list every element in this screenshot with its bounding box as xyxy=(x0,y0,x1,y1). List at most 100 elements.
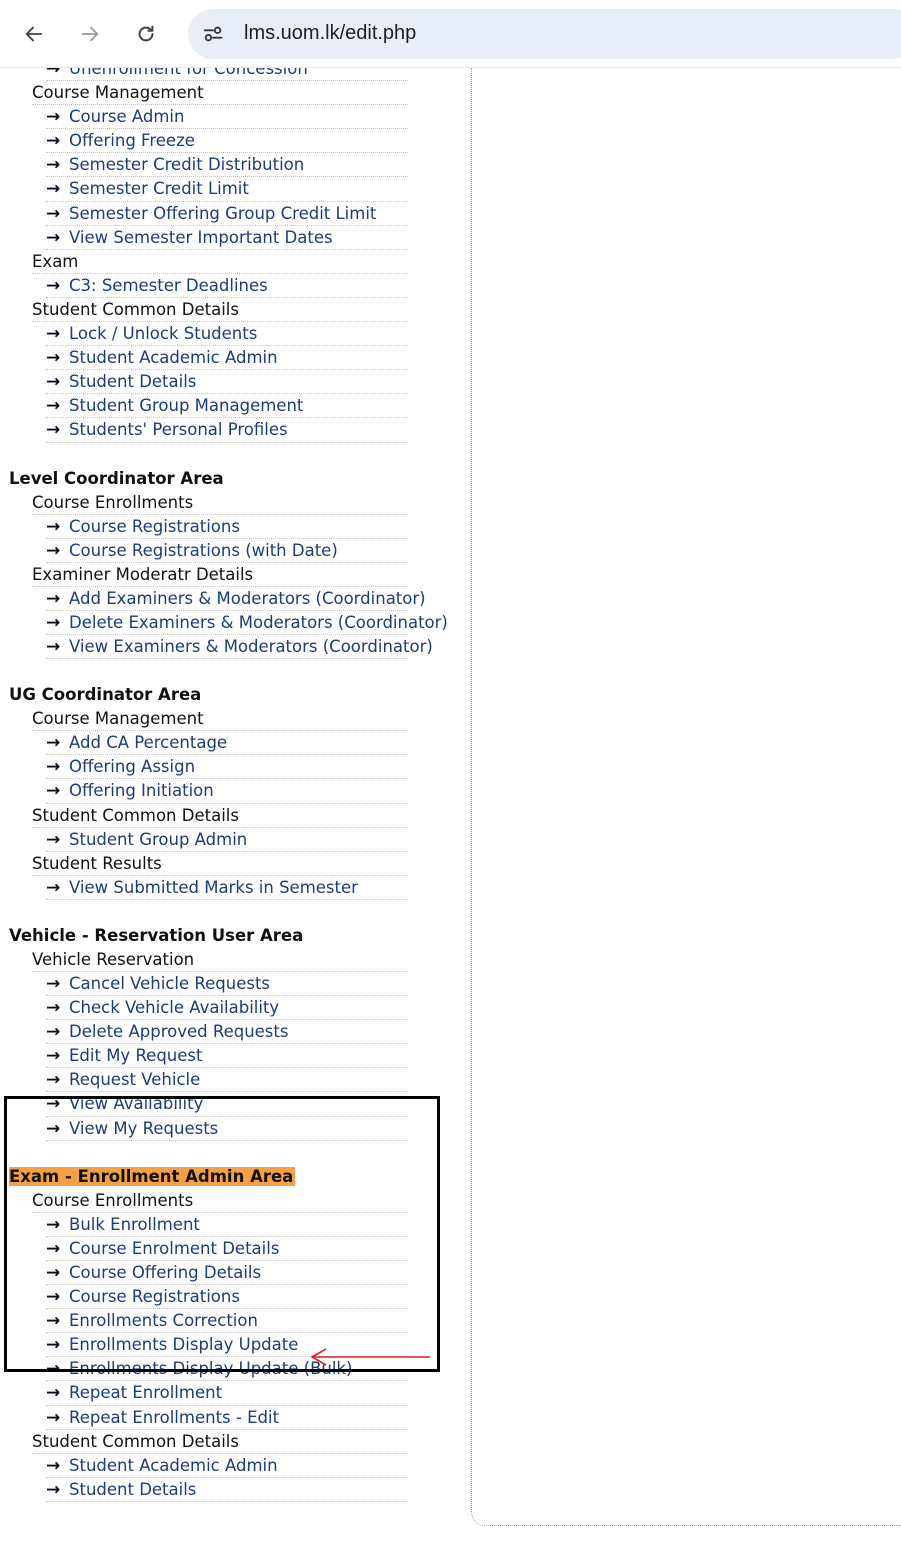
menu-item-link[interactable]: Add CA Percentage xyxy=(69,733,227,752)
menu-category: Student Common Details xyxy=(0,298,470,323)
menu-item[interactable]: → Course Admin xyxy=(0,105,470,130)
area-heading-label: Level Coordinator Area xyxy=(9,468,224,488)
right-arrow-icon: → xyxy=(46,757,61,778)
menu-item-link[interactable]: Repeat Enrollments - Edit xyxy=(69,1408,279,1427)
menu-item[interactable]: → Offering Freeze xyxy=(0,129,470,154)
menu-category: Course Management xyxy=(0,81,470,106)
menu-item[interactable]: → Student Group Management xyxy=(0,394,470,419)
menu-item-link[interactable]: Semester Offering Group Credit Limit xyxy=(69,204,376,223)
menu-item-link[interactable]: Edit My Request xyxy=(69,1046,202,1065)
right-arrow-icon: → xyxy=(46,179,61,200)
menu-item[interactable]: → Add CA Percentage xyxy=(0,731,470,756)
site-info-icon[interactable] xyxy=(200,21,226,47)
right-arrow-icon: → xyxy=(46,275,61,296)
menu-item[interactable]: → Repeat Enrollments - Edit xyxy=(0,1406,470,1430)
menu-item[interactable]: → Course Registrations (with Date) xyxy=(0,539,470,563)
menu-item[interactable]: → Unenrollment for Concession xyxy=(0,68,470,82)
menu-item[interactable]: → Student Group Admin xyxy=(0,828,470,852)
menu-item[interactable]: → Student Academic Admin xyxy=(0,1454,470,1478)
menu-item[interactable]: → Semester Credit Distribution xyxy=(0,153,470,178)
menu-item[interactable]: → Course Registrations xyxy=(0,515,470,539)
area-heading: UG Coordinator Area xyxy=(0,683,470,707)
menu-item-link[interactable]: Course Registrations xyxy=(69,517,240,536)
right-arrow-icon: → xyxy=(46,203,61,224)
right-arrow-icon: → xyxy=(46,974,61,994)
right-arrow-icon: → xyxy=(46,324,61,345)
menu-item-link[interactable]: Student Academic Admin xyxy=(69,348,278,367)
right-arrow-icon: → xyxy=(46,1383,61,1404)
menu-item[interactable]: → Check Vehicle Availability xyxy=(0,996,470,1021)
menu-item[interactable]: → Request Vehicle xyxy=(0,1068,470,1093)
menu-item-link[interactable]: Student Details xyxy=(69,1480,196,1499)
menu-item-link[interactable]: Offering Freeze xyxy=(69,131,195,150)
forward-arrow-icon xyxy=(81,26,99,42)
right-arrow-icon: → xyxy=(46,781,61,802)
menu-item-link[interactable]: Lock / Unlock Students xyxy=(69,324,257,343)
menu-item[interactable]: → Offering Initiation xyxy=(0,779,470,804)
menu-item-link[interactable]: View Examiners & Moderators (Coordinator… xyxy=(69,637,433,656)
right-arrow-icon: → xyxy=(46,155,61,176)
menu-item-link[interactable]: Semester Credit Distribution xyxy=(69,155,304,174)
area-heading-label: Vehicle - Reservation User Area xyxy=(9,925,304,945)
menu-item-link[interactable]: Course Registrations (with Date) xyxy=(69,541,338,560)
menu-item-link[interactable]: Check Vehicle Availability xyxy=(69,998,279,1017)
right-arrow-icon: → xyxy=(46,612,61,633)
menu-item[interactable]: → Student Details xyxy=(0,370,470,395)
right-arrow-icon: → xyxy=(46,396,61,417)
url-text[interactable]: lms.uom.lk/edit.php xyxy=(244,22,416,45)
menu-item-link[interactable]: Offering Initiation xyxy=(69,781,214,800)
back-button[interactable] xyxy=(16,16,52,52)
area-heading: Vehicle - Reservation User Area xyxy=(0,924,470,948)
menu-item-link[interactable]: Semester Credit Limit xyxy=(69,179,249,198)
menu-item[interactable]: → C3: Semester Deadlines xyxy=(0,274,470,299)
menu-item-link[interactable]: Student Details xyxy=(69,372,196,391)
menu-item[interactable]: → View Examiners & Moderators (Coordinato… xyxy=(0,635,470,660)
right-arrow-icon: → xyxy=(46,1455,61,1476)
address-bar[interactable]: lms.uom.lk/edit.php xyxy=(188,9,901,59)
menu-category: Student Common Details xyxy=(0,1430,470,1454)
menu-item-link[interactable]: C3: Semester Deadlines xyxy=(69,276,268,295)
reload-button[interactable] xyxy=(128,16,164,52)
annotation-arrow-icon xyxy=(310,1348,430,1366)
menu-item[interactable]: → Student Academic Admin xyxy=(0,346,470,371)
menu-item[interactable]: → Cancel Vehicle Requests xyxy=(0,972,470,997)
menu-item-link[interactable]: View Semester Important Dates xyxy=(69,228,333,247)
menu-item-link[interactable]: Request Vehicle xyxy=(69,1070,200,1089)
menu-item[interactable]: → Add Examiners & Moderators (Coordinator… xyxy=(0,587,470,612)
menu-item[interactable]: → Repeat Enrollment xyxy=(0,1381,470,1406)
right-arrow-icon: → xyxy=(46,420,61,441)
back-arrow-icon xyxy=(25,26,43,42)
menu-item-link[interactable]: Unenrollment for Concession xyxy=(69,68,308,78)
menu-item[interactable]: → Lock / Unlock Students xyxy=(0,322,470,347)
menu-item-link[interactable]: View Submitted Marks in Semester xyxy=(69,878,358,897)
menu-item[interactable]: → View Submitted Marks in Semester xyxy=(0,876,470,901)
menu-item-link[interactable]: Delete Approved Requests xyxy=(69,1022,288,1041)
menu-item[interactable]: → Delete Examiners & Moderators (Coordina… xyxy=(0,611,470,636)
menu-item[interactable]: → Delete Approved Requests xyxy=(0,1020,470,1045)
forward-button[interactable] xyxy=(72,16,108,52)
menu-item-link[interactable]: Student Group Admin xyxy=(69,830,247,849)
menu-item[interactable]: → Offering Assign xyxy=(0,755,470,780)
right-arrow-icon: → xyxy=(46,107,61,128)
menu-item[interactable]: → Semester Credit Limit xyxy=(0,177,470,202)
menu-item[interactable]: → Students' Personal Profiles xyxy=(0,418,470,443)
menu-item-link[interactable]: Students' Personal Profiles xyxy=(69,420,288,439)
menu-item-link[interactable]: Course Admin xyxy=(69,107,184,126)
menu-category: Course Enrollments xyxy=(0,491,470,515)
right-arrow-icon: → xyxy=(46,540,61,561)
menu-item[interactable]: → Edit My Request xyxy=(0,1044,470,1069)
menu-item-link[interactable]: Offering Assign xyxy=(69,757,195,776)
menu-item-link[interactable]: Delete Examiners & Moderators (Coordinat… xyxy=(69,613,448,632)
right-arrow-icon: → xyxy=(46,131,61,152)
menu-item-link[interactable]: Add Examiners & Moderators (Coordinator) xyxy=(69,589,426,608)
menu-item-link[interactable]: Cancel Vehicle Requests xyxy=(69,974,270,993)
right-arrow-icon: → xyxy=(46,877,61,898)
menu-item[interactable]: → View Semester Important Dates xyxy=(0,226,470,250)
menu-item-link[interactable]: Student Academic Admin xyxy=(69,1456,278,1475)
menu-item[interactable]: → Student Details xyxy=(0,1478,470,1502)
menu-item-link[interactable]: Repeat Enrollment xyxy=(69,1383,222,1402)
menu-item[interactable]: → Semester Offering Group Credit Limit xyxy=(0,202,470,226)
menu-item-link[interactable]: Student Group Management xyxy=(69,396,303,415)
